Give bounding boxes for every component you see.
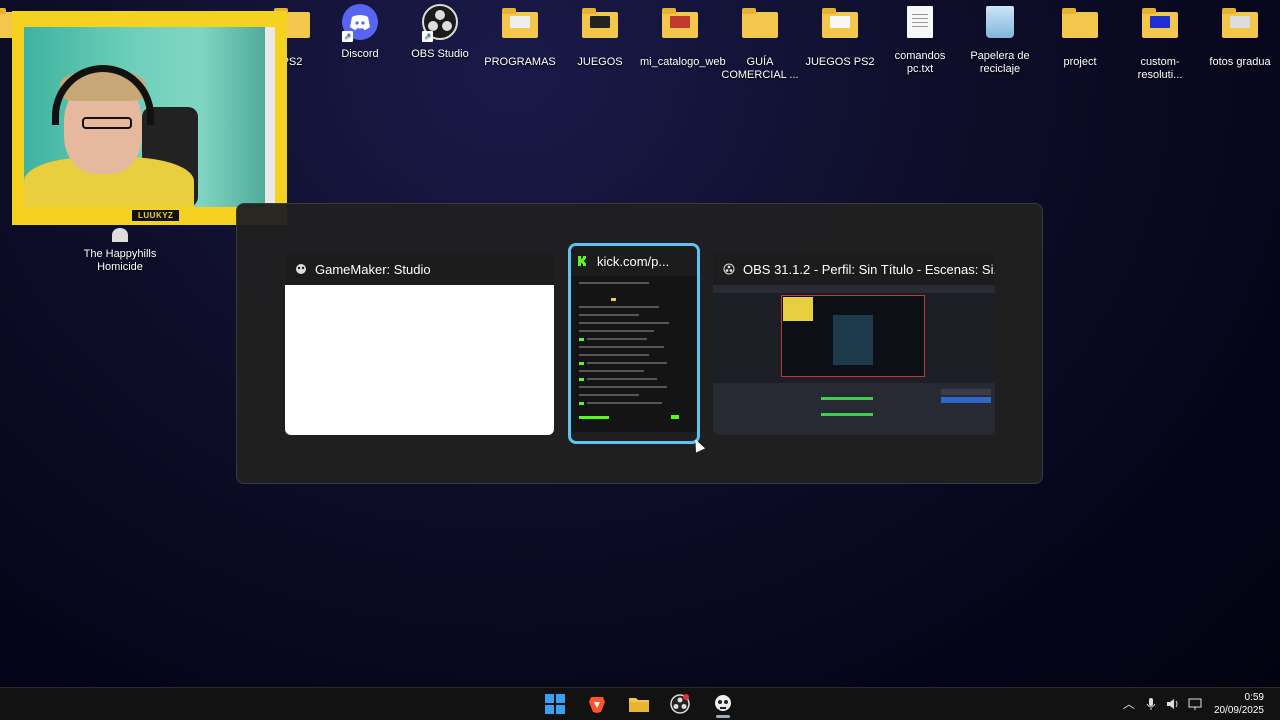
brave-icon[interactable] — [587, 694, 607, 714]
window-title: kick.com/p... — [597, 253, 670, 269]
gamemaker-icon — [296, 264, 306, 274]
webcam-feed — [24, 27, 275, 207]
obs-icon[interactable] — [670, 694, 690, 714]
window-preview — [713, 285, 995, 435]
desktop-icon-juegos[interactable]: JUEGOS — [560, 4, 640, 69]
game-shortcut-icon — [112, 228, 128, 242]
desktop-icon-project[interactable]: project — [1040, 4, 1120, 69]
desktop-icon-custom-resolution[interactable]: custom-resoluti... — [1120, 4, 1200, 82]
folder-icon — [742, 8, 778, 48]
window-title: OBS 31.1.2 - Perfil: Sin Título - Escena… — [743, 261, 995, 277]
discord-icon: ↗ — [342, 4, 378, 42]
folder-icon — [502, 8, 538, 48]
desktop-icon-recycle-bin[interactable]: Papelera de reciclaje — [960, 4, 1040, 76]
desktop-icon-obs[interactable]: ↗ OBS Studio — [400, 4, 480, 61]
desktop-icon-label: PROGRAMAS — [484, 56, 556, 68]
gamemaker-icon[interactable] — [713, 694, 733, 714]
desktop-icon-label: GUÍA COMERCIAL ... — [721, 56, 799, 81]
folder-icon — [662, 8, 698, 48]
recycle-bin-icon — [982, 6, 1018, 42]
switcher-window-obs[interactable]: OBS 31.1.2 - Perfil: Sin Título - Escena… — [713, 253, 995, 435]
desktop-icon-label: JUEGOS — [577, 56, 623, 68]
window-preview — [285, 285, 554, 435]
switcher-window-kick[interactable]: kick.com/p... — [568, 243, 700, 444]
switcher-window-gamemaker[interactable]: GameMaker: Studio — [285, 253, 554, 435]
task-switcher: GameMaker: Studio kick.com/p... OBS 31.1… — [236, 203, 1043, 484]
microphone-icon[interactable] — [1144, 697, 1158, 711]
text-file-icon — [902, 6, 938, 42]
start-icon[interactable] — [545, 694, 565, 714]
folder-icon — [1222, 8, 1258, 48]
desktop-icon-juegos-ps2[interactable]: JUEGOS PS2 — [800, 4, 880, 69]
taskbar: ︿ 0:59 20/09/2025 — [0, 687, 1280, 720]
system-tray: ︿ 0:59 20/09/2025 — [1118, 688, 1280, 720]
obs-icon — [723, 263, 735, 275]
folder-icon — [1062, 8, 1098, 48]
obs-icon: ↗ — [422, 4, 458, 42]
desktop-icon-happyhills[interactable]: The Happyhills Homicide — [80, 228, 160, 274]
desktop-icon-label: JUEGOS PS2 — [805, 56, 875, 68]
desktop-icon-label: The Happyhills Homicide — [83, 248, 157, 273]
active-app-indicator — [716, 715, 730, 718]
desktop-icon-label: mi_catalogo_web — [640, 56, 726, 68]
chevron-up-icon[interactable]: ︿ — [1122, 697, 1136, 711]
network-icon[interactable] — [1188, 697, 1202, 711]
desktop-icon-guia-comercial[interactable]: GUÍA COMERCIAL ... — [720, 4, 800, 82]
desktop-icon-label: Papelera de reciclaje — [970, 50, 1030, 75]
desktop-icon-label: custom-resoluti... — [1137, 56, 1183, 81]
folder-icon — [582, 8, 618, 48]
file-explorer-icon[interactable] — [628, 694, 649, 714]
shortcut-arrow-icon: ↗ — [422, 31, 433, 42]
desktop-icon-discord[interactable]: ↗ Discord — [320, 4, 400, 61]
folder-icon — [822, 8, 858, 48]
desktop-icon-programas[interactable]: PROGRAMAS — [480, 4, 560, 69]
window-preview — [571, 276, 697, 432]
shortcut-arrow-icon: ↗ — [342, 31, 353, 42]
speaker-icon[interactable] — [1166, 697, 1180, 711]
desktop-icon-mi-catalogo-web[interactable]: mi_catalogo_web — [640, 4, 726, 69]
clock-time: 0:59 — [1244, 692, 1264, 703]
desktop-icon-label: comandos pc.txt — [894, 50, 946, 75]
kick-icon — [578, 256, 586, 266]
taskbar-clock[interactable]: 0:59 20/09/2025 — [1214, 691, 1280, 717]
window-title: GameMaker: Studio — [315, 261, 431, 277]
desktop-icon-label: Discord — [341, 48, 379, 60]
desktop-icon-label: fotos gradua — [1209, 56, 1271, 68]
desktop-icon-label: OBS Studio — [411, 48, 469, 60]
desktop-icon-comandos-pc[interactable]: comandos pc.txt — [880, 4, 960, 76]
folder-icon — [1142, 8, 1178, 48]
clock-date: 20/09/2025 — [1213, 705, 1264, 716]
desktop-icon-fotos-gradua[interactable]: fotos gradua — [1200, 4, 1280, 69]
webcam-overlay: LUUKYZ — [12, 11, 287, 225]
desktop-icon-label: project — [1063, 56, 1097, 68]
webcam-name-tag: LUUKYZ — [132, 210, 180, 221]
